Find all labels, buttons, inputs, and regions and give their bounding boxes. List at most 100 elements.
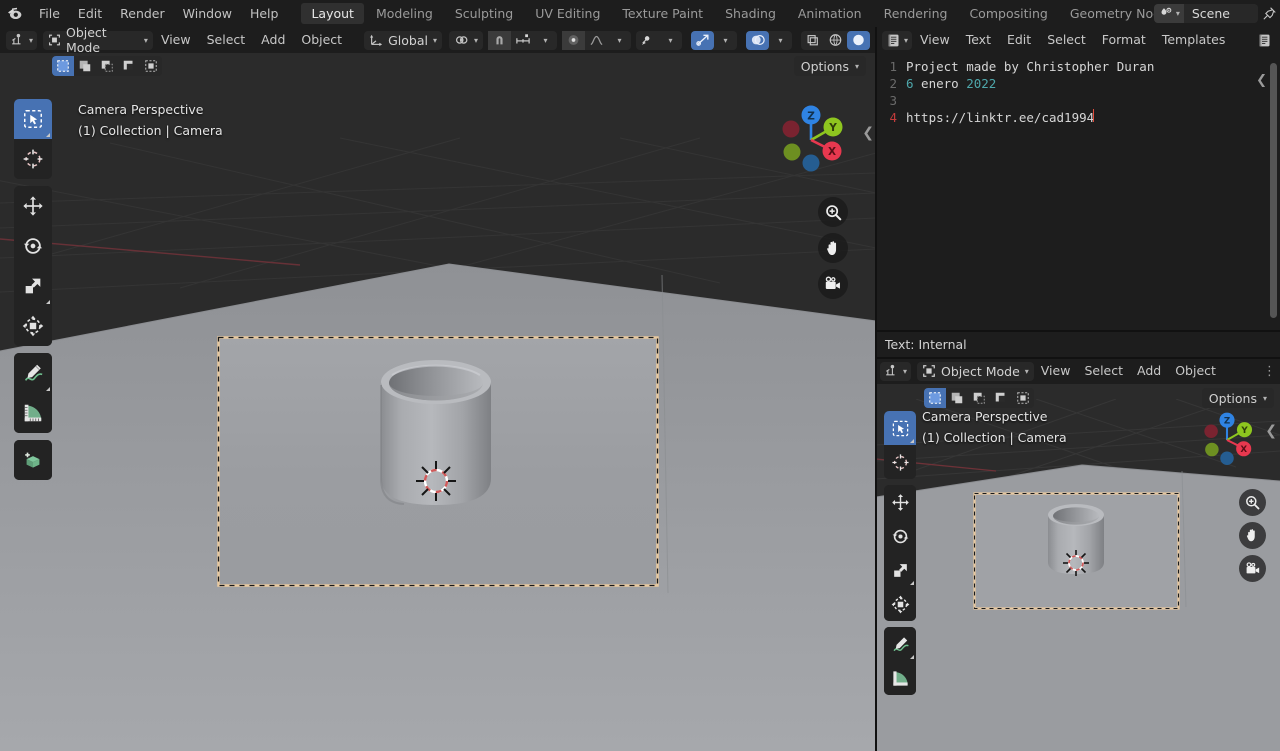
chevron-left-icon[interactable]: ❮ <box>1265 423 1277 439</box>
text-menu-select[interactable]: Select <box>1039 27 1094 53</box>
tweak-select-box-icon[interactable] <box>884 411 916 445</box>
tab-sculpting[interactable]: Sculpting <box>445 3 523 24</box>
text-menu-text[interactable]: Text <box>958 27 999 53</box>
select-intersect-icon[interactable] <box>990 388 1012 408</box>
options-dropdown-secondary[interactable]: Options ▾ <box>1201 388 1274 408</box>
chevron-down-icon[interactable]: ▾ <box>659 31 682 50</box>
options-dropdown-main[interactable]: Options ▾ <box>793 56 866 76</box>
pan-hand-icon[interactable] <box>1239 522 1266 549</box>
camera-view-icon[interactable] <box>1239 555 1266 582</box>
xray-toggle-icon[interactable] <box>746 30 769 50</box>
header-overflow-icon[interactable]: ⋮ <box>1263 364 1280 379</box>
editor-type-text-icon[interactable]: ▾ <box>882 30 913 50</box>
move-icon[interactable] <box>14 186 52 226</box>
scene-selector[interactable]: ▾ Scene <box>1153 4 1258 23</box>
transform-icon[interactable] <box>14 306 52 346</box>
menu-window[interactable]: Window <box>174 0 241 27</box>
select-invert-icon[interactable] <box>140 56 162 76</box>
measure-icon[interactable] <box>884 661 916 695</box>
viewport-canvas-main[interactable] <box>0 53 876 751</box>
text-editor-scrollbar[interactable] <box>1270 63 1277 318</box>
select-box-icon[interactable] <box>52 56 74 76</box>
tab-shading[interactable]: Shading <box>715 3 786 24</box>
move-icon[interactable] <box>884 485 916 519</box>
text-datablock-icon[interactable] <box>1253 31 1276 50</box>
panel-divider-horizontal[interactable] <box>876 330 1280 332</box>
panel-divider-vertical[interactable] <box>875 27 877 751</box>
proportional-editing-icon[interactable] <box>562 30 585 50</box>
text-editor-panel[interactable]: ▾ View Text Edit Select Format Templates <box>876 27 1280 331</box>
pin-icon[interactable] <box>1258 4 1280 23</box>
snap-magnet-icon[interactable] <box>488 30 511 50</box>
viewport-menu-object[interactable]: Object <box>293 27 350 53</box>
annotate-icon[interactable] <box>884 627 916 661</box>
select-extend-icon[interactable] <box>74 56 96 76</box>
rotate-icon[interactable] <box>884 519 916 553</box>
annotate-icon[interactable] <box>14 353 52 393</box>
zoom-icon[interactable] <box>818 197 848 227</box>
viewport-menu-view[interactable]: View <box>1034 358 1078 384</box>
select-extend-icon[interactable] <box>946 388 968 408</box>
chevron-down-icon[interactable]: ▾ <box>608 31 631 50</box>
tab-modeling[interactable]: Modeling <box>366 3 443 24</box>
select-subtract-icon[interactable] <box>968 388 990 408</box>
scale-icon[interactable] <box>14 266 52 306</box>
object-mode-selector[interactable]: Object Mode ▾ <box>917 361 1034 381</box>
menu-file[interactable]: File <box>30 0 69 27</box>
panel-divider-horizontal-2[interactable] <box>876 357 1280 359</box>
viewport-3d-secondary[interactable]: Camera Perspective (1) Collection | Came… <box>876 358 1280 751</box>
viewport-3d-main[interactable]: Camera Perspective (1) Collection | Came… <box>0 27 876 751</box>
tab-rendering[interactable]: Rendering <box>874 3 958 24</box>
menu-render[interactable]: Render <box>111 0 174 27</box>
blender-logo-icon[interactable] <box>0 0 30 27</box>
rotate-icon[interactable] <box>14 226 52 266</box>
editor-type-3dview-icon[interactable]: ▾ <box>880 361 912 381</box>
editor-type-3dview-icon[interactable]: ▾ <box>6 30 38 50</box>
tab-layout[interactable]: Layout <box>301 3 364 24</box>
pan-hand-icon[interactable] <box>818 233 848 263</box>
cursor-3d-icon[interactable] <box>884 445 916 479</box>
menu-help[interactable]: Help <box>241 0 288 27</box>
chevron-down-icon[interactable]: ▾ <box>769 31 792 50</box>
overlays-icon[interactable] <box>691 30 714 50</box>
transform-orientation-selector[interactable]: Global ▾ <box>364 30 442 50</box>
text-menu-edit[interactable]: Edit <box>999 27 1039 53</box>
object-mode-selector[interactable]: Object Mode ▾ <box>43 27 153 55</box>
navigation-gizmo-secondary[interactable]: Z Y X <box>1196 409 1258 471</box>
scale-icon[interactable] <box>884 553 916 587</box>
tab-texture-paint[interactable]: Texture Paint <box>612 3 713 24</box>
text-editor-body[interactable]: 1 Project made by Christopher Duran 2 6 … <box>876 53 1280 331</box>
tab-compositing[interactable]: Compositing <box>959 3 1057 24</box>
text-menu-view[interactable]: View <box>912 27 958 53</box>
viewport-canvas-secondary[interactable]: Camera Perspective (1) Collection | Came… <box>876 399 1280 751</box>
select-box-icon[interactable] <box>924 388 946 408</box>
shading-wireframe-icon[interactable] <box>801 31 824 50</box>
scene-icon[interactable]: ▾ <box>1153 4 1184 23</box>
text-menu-format[interactable]: Format <box>1094 27 1154 53</box>
menu-edit[interactable]: Edit <box>69 0 111 27</box>
scene-name-field[interactable]: Scene <box>1183 4 1258 23</box>
pivot-point-selector[interactable]: ▾ <box>448 30 483 50</box>
add-cube-icon[interactable] <box>14 440 52 480</box>
tweak-select-box-icon[interactable] <box>14 99 52 139</box>
viewport-menu-select[interactable]: Select <box>1077 358 1130 384</box>
viewport-menu-select[interactable]: Select <box>199 27 254 53</box>
measure-icon[interactable] <box>14 393 52 433</box>
cursor-3d-icon[interactable] <box>14 139 52 179</box>
select-intersect-icon[interactable] <box>118 56 140 76</box>
zoom-icon[interactable] <box>1239 489 1266 516</box>
viewport-menu-add[interactable]: Add <box>253 27 293 53</box>
gizmo-icon[interactable] <box>636 31 659 50</box>
chevron-down-icon[interactable]: ▾ <box>534 31 557 50</box>
tab-uv-editing[interactable]: UV Editing <box>525 3 610 24</box>
transform-icon[interactable] <box>884 587 916 621</box>
shading-material-icon[interactable] <box>847 30 870 50</box>
chevron-down-icon[interactable]: ▾ <box>714 31 737 50</box>
navigation-gizmo-main[interactable]: Z Y X <box>772 101 850 179</box>
tab-animation[interactable]: Animation <box>788 3 872 24</box>
viewport-menu-object[interactable]: Object <box>1168 358 1223 384</box>
viewport-menu-add[interactable]: Add <box>1130 358 1168 384</box>
snap-increment-icon[interactable] <box>511 31 534 50</box>
camera-view-icon[interactable] <box>818 269 848 299</box>
viewport-menu-view[interactable]: View <box>153 27 199 53</box>
